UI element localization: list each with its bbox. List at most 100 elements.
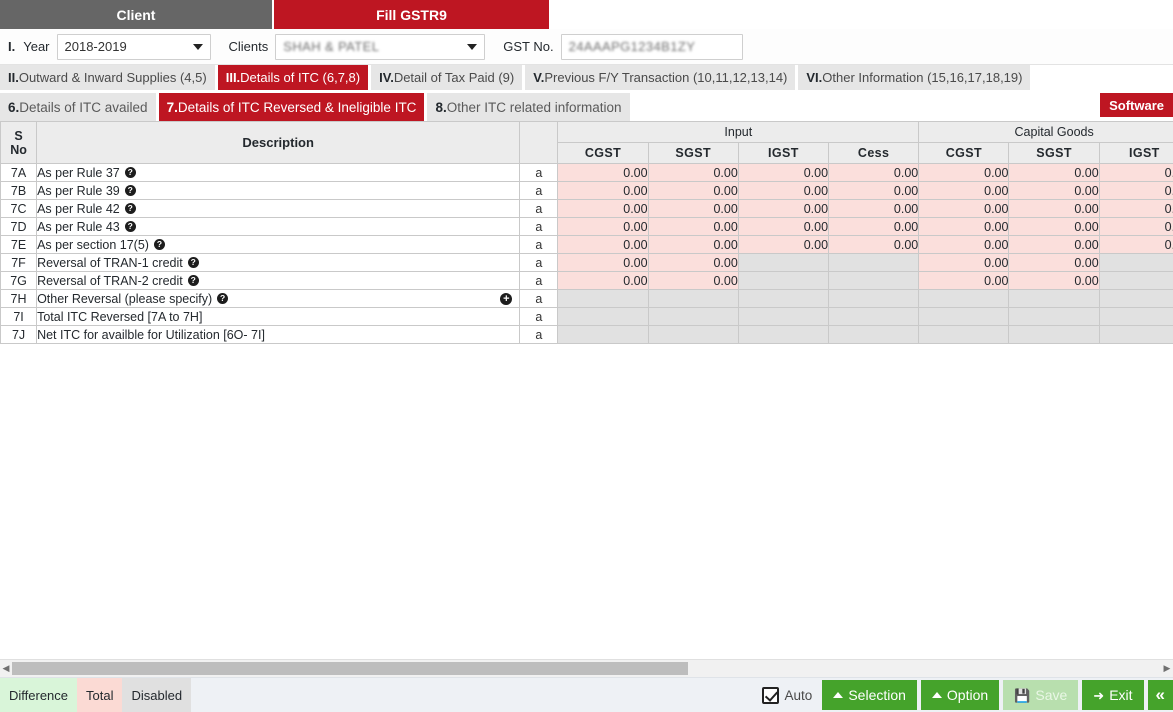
grid-cell-capital-sgst[interactable]: 0.00 <box>1009 236 1099 254</box>
section-tab-label: Other Information (15,16,17,18,19) <box>822 70 1022 85</box>
itc-reversal-grid-container[interactable]: S No Description Input Capital Goods CGS… <box>0 121 1173 659</box>
help-icon[interactable]: ? <box>125 203 136 214</box>
grid-cell-input-igst <box>738 308 828 326</box>
grid-cell-capital-igst[interactable]: 0.00 <box>1099 164 1173 182</box>
grid-cell-capital-cgst[interactable]: 0.00 <box>919 218 1009 236</box>
grid-cell-capital-cgst[interactable]: 0.00 <box>919 200 1009 218</box>
grid-row[interactable]: 7GReversal of TRAN-2 credit?a0.000.000.0… <box>1 272 1173 290</box>
grid-row[interactable]: 7JNet ITC for availble for Utilization [… <box>1 326 1173 344</box>
subsection-tab-itc-reversed-ineligible[interactable]: 7.Details of ITC Reversed & Ineligible I… <box>159 93 425 121</box>
horizontal-scrollbar[interactable]: ◀ ▶ <box>0 659 1173 677</box>
grid-cell-input-cess[interactable]: 0.00 <box>829 164 919 182</box>
grid-cell-input-cgst[interactable]: 0.00 <box>558 218 648 236</box>
grid-cell-input-cess[interactable]: 0.00 <box>829 182 919 200</box>
grid-cell-capital-igst[interactable]: 0.00 <box>1099 218 1173 236</box>
grid-cell-capital-cgst[interactable]: 0.00 <box>919 182 1009 200</box>
grid-cell-input-cgst[interactable]: 0.00 <box>558 164 648 182</box>
clients-select[interactable]: SHAH & PATEL <box>275 34 485 60</box>
subsection-tab-number: 6. <box>8 100 19 115</box>
grid-cell-input-sgst[interactable]: 0.00 <box>648 218 738 236</box>
grid-row[interactable]: 7BAs per Rule 39?a0.000.000.000.000.000.… <box>1 182 1173 200</box>
add-row-icon[interactable]: + <box>500 293 512 305</box>
module-tab-client[interactable]: Client <box>0 0 272 29</box>
grid-cell-input-sgst[interactable]: 0.00 <box>648 236 738 254</box>
grid-row[interactable]: 7FReversal of TRAN-1 credit?a0.000.000.0… <box>1 254 1173 272</box>
subsection-tab-other-itc-related-information[interactable]: 8. Other ITC related information <box>427 93 629 121</box>
section-tab-details-of-itc[interactable]: III.Details of ITC (6,7,8) <box>218 65 368 90</box>
help-icon[interactable]: ? <box>188 275 199 286</box>
grid-cell-capital-sgst[interactable]: 0.00 <box>1009 218 1099 236</box>
grid-cell-input-igst[interactable]: 0.00 <box>738 200 828 218</box>
selection-button[interactable]: Selection <box>822 680 917 710</box>
help-icon[interactable]: ? <box>188 257 199 268</box>
grid-row[interactable]: 7HOther Reversal (please specify)?+a <box>1 290 1173 308</box>
section-tab-outward-inward-supplies[interactable]: II. Outward & Inward Supplies (4,5) <box>0 65 215 90</box>
grid-row[interactable]: 7CAs per Rule 42?a0.000.000.000.000.000.… <box>1 200 1173 218</box>
grid-cell-capital-sgst[interactable]: 0.00 <box>1009 164 1099 182</box>
grid-cell-capital-cgst <box>919 308 1009 326</box>
grid-cell-input-cgst[interactable]: 0.00 <box>558 200 648 218</box>
grid-cell-input-igst[interactable]: 0.00 <box>738 236 828 254</box>
grid-row[interactable]: 7EAs per section 17(5)?a0.000.000.000.00… <box>1 236 1173 254</box>
grid-cell-input-cgst <box>558 290 648 308</box>
grid-cell-capital-igst[interactable]: 0.00 <box>1099 182 1173 200</box>
grid-cell-input-igst <box>738 272 828 290</box>
grid-cell-capital-cgst[interactable]: 0.00 <box>919 254 1009 272</box>
grid-cell-input-cess[interactable]: 0.00 <box>829 200 919 218</box>
gstr9-application-window: Client Fill GSTR9 I. Year 2018-2019 Clie… <box>0 0 1173 712</box>
subsection-tab-details-of-itc-availed[interactable]: 6.Details of ITC availed <box>0 93 156 121</box>
scroll-left-arrow-icon[interactable]: ◀ <box>0 663 12 674</box>
gst-number-input[interactable]: 24AAAPG1234B1ZY <box>561 34 743 60</box>
section-tab-detail-of-tax-paid[interactable]: IV.Detail of Tax Paid (9) <box>371 65 522 90</box>
grid-cell-capital-sgst[interactable]: 0.00 <box>1009 254 1099 272</box>
grid-cell-capital-igst[interactable]: 0.00 <box>1099 236 1173 254</box>
section-tab-other-information[interactable]: VI.Other Information (15,16,17,18,19) <box>798 65 1030 90</box>
grid-cell-input-sgst[interactable]: 0.00 <box>648 272 738 290</box>
help-icon[interactable]: ? <box>217 293 228 304</box>
exit-button[interactable]: ➜ Exit <box>1082 680 1143 710</box>
scroll-right-arrow-icon[interactable]: ▶ <box>1161 663 1173 674</box>
section-tab-previous-fy-transaction[interactable]: V.Previous F/Y Transaction (10,11,12,13,… <box>525 65 795 90</box>
grid-cell-input-sgst[interactable]: 0.00 <box>648 164 738 182</box>
grid-cell-input-igst[interactable]: 0.00 <box>738 182 828 200</box>
grid-cell-input-sgst[interactable]: 0.00 <box>648 200 738 218</box>
scrollbar-thumb[interactable] <box>12 662 688 675</box>
clients-select-value: SHAH & PATEL <box>283 39 379 54</box>
grid-cell-input-igst[interactable]: 0.00 <box>738 164 828 182</box>
grid-cell-input-cess[interactable]: 0.00 <box>829 218 919 236</box>
auto-checkbox-wrapper[interactable]: Auto <box>762 687 813 704</box>
scrollbar-track[interactable] <box>12 661 1161 676</box>
grid-cell-capital-cgst[interactable]: 0.00 <box>919 272 1009 290</box>
grid-cell-input-cgst[interactable]: 0.00 <box>558 254 648 272</box>
grid-cell-capital-sgst[interactable]: 0.00 <box>1009 200 1099 218</box>
module-tab-fill-gstr9[interactable]: Fill GSTR9 <box>274 0 549 29</box>
help-icon[interactable]: ? <box>125 221 136 232</box>
help-icon[interactable]: ? <box>154 239 165 250</box>
software-button[interactable]: Software <box>1100 93 1173 117</box>
auto-checkbox[interactable] <box>762 687 779 704</box>
grid-cell-capital-cgst[interactable]: 0.00 <box>919 236 1009 254</box>
save-button[interactable]: 💾 Save <box>1003 680 1078 710</box>
grid-row[interactable]: 7ITotal ITC Reversed [7A to 7H]a <box>1 308 1173 326</box>
grid-cell-input-cess <box>829 326 919 344</box>
grid-cell-input-cess[interactable]: 0.00 <box>829 236 919 254</box>
grid-cell-subrow-letter: a <box>520 254 558 272</box>
section-roman-numeral: I. <box>8 39 15 54</box>
grid-cell-capital-igst[interactable]: 0.00 <box>1099 200 1173 218</box>
option-button[interactable]: Option <box>921 680 999 710</box>
year-select[interactable]: 2018-2019 <box>57 34 211 60</box>
grid-row[interactable]: 7AAs per Rule 37?a0.000.000.000.000.000.… <box>1 164 1173 182</box>
help-icon[interactable]: ? <box>125 185 136 196</box>
grid-cell-input-cgst[interactable]: 0.00 <box>558 236 648 254</box>
grid-cell-capital-cgst[interactable]: 0.00 <box>919 164 1009 182</box>
help-icon[interactable]: ? <box>125 167 136 178</box>
grid-cell-capital-sgst[interactable]: 0.00 <box>1009 182 1099 200</box>
grid-cell-input-cgst[interactable]: 0.00 <box>558 272 648 290</box>
collapse-panel-button[interactable]: « <box>1148 680 1173 710</box>
grid-cell-input-sgst[interactable]: 0.00 <box>648 182 738 200</box>
grid-row[interactable]: 7DAs per Rule 43?a0.000.000.000.000.000.… <box>1 218 1173 236</box>
grid-cell-input-igst[interactable]: 0.00 <box>738 218 828 236</box>
grid-cell-input-sgst[interactable]: 0.00 <box>648 254 738 272</box>
grid-cell-capital-sgst[interactable]: 0.00 <box>1009 272 1099 290</box>
grid-cell-input-cgst[interactable]: 0.00 <box>558 182 648 200</box>
